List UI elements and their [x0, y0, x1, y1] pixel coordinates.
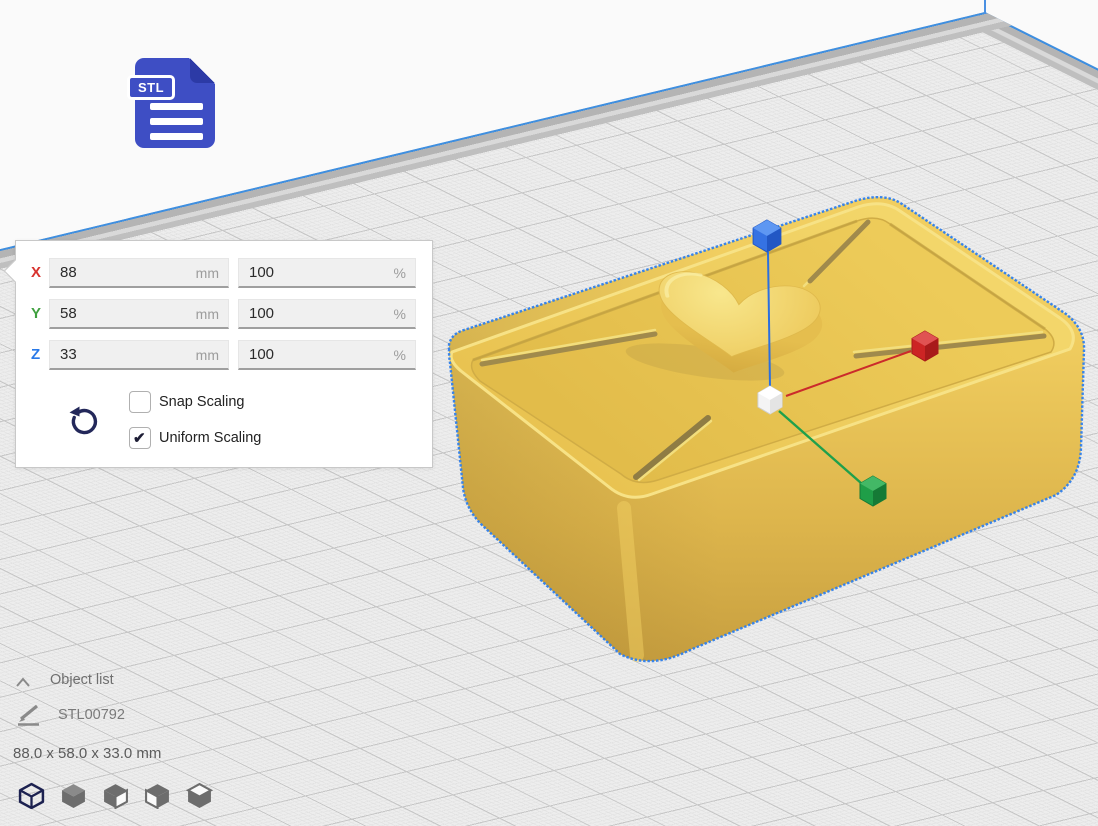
snap-scaling-checkbox[interactable]	[129, 391, 151, 413]
scale-z-mm-input[interactable]	[50, 341, 228, 368]
application-window: STL X mm % Y mm %	[0, 0, 1098, 826]
stl-file-text-line	[150, 103, 203, 110]
uniform-scaling-checkbox[interactable]	[129, 427, 151, 449]
snap-scaling-label: Snap Scaling	[159, 394, 244, 410]
cube-right-view-icon	[186, 782, 213, 809]
scale-z-percent-input[interactable]	[239, 341, 415, 368]
cube-left-view-icon	[144, 782, 171, 809]
axis-y-label: Y	[31, 305, 49, 322]
view-preset-toolbar	[18, 782, 213, 809]
view-left-button[interactable]	[144, 782, 171, 809]
object-list-title: Object list	[50, 672, 114, 688]
scale-row-y: Y mm %	[16, 299, 432, 329]
build-volume-corner-edge	[984, 0, 986, 14]
stl-file-fold-flap	[190, 58, 215, 83]
stl-file-text-line	[150, 133, 203, 140]
scale-x-percent-input[interactable]	[239, 259, 415, 286]
uniform-scaling-label: Uniform Scaling	[159, 430, 261, 446]
pencil-icon	[16, 702, 44, 728]
scale-tool-panel: X mm % Y mm % Z mm	[15, 240, 433, 468]
object-list-header[interactable]: Object list	[12, 672, 114, 688]
cube-top-view-icon	[102, 782, 129, 809]
reset-circular-arrow-icon	[65, 404, 99, 438]
scale-row-x: X mm %	[16, 258, 432, 288]
cube-front-view-icon	[60, 782, 87, 809]
object-list-item[interactable]: STL00792	[16, 702, 125, 728]
axis-x-label: X	[31, 264, 49, 281]
snap-scaling-row: Snap Scaling	[129, 391, 244, 413]
object-list-item-label: STL00792	[58, 707, 125, 723]
view-front-button[interactable]	[60, 782, 87, 809]
scale-y-mm-input[interactable]	[50, 300, 228, 327]
stl-file-text-line	[150, 118, 203, 125]
uniform-scaling-row: Uniform Scaling	[129, 427, 261, 449]
view-right-button[interactable]	[186, 782, 213, 809]
reset-scale-button[interactable]	[65, 404, 99, 438]
view-top-button[interactable]	[102, 782, 129, 809]
object-dimensions: 88.0 x 58.0 x 33.0 mm	[13, 745, 161, 762]
cube-3d-view-icon	[18, 782, 45, 809]
scale-row-z: Z mm %	[16, 340, 432, 370]
scale-x-mm-input[interactable]	[50, 259, 228, 286]
scale-y-percent-input[interactable]	[239, 300, 415, 327]
stl-file-icon: STL	[135, 58, 215, 148]
stl-file-badge: STL	[127, 75, 175, 100]
axis-z-label: Z	[31, 346, 49, 363]
chevron-up-icon	[14, 676, 32, 688]
view-3d-button[interactable]	[18, 782, 45, 809]
